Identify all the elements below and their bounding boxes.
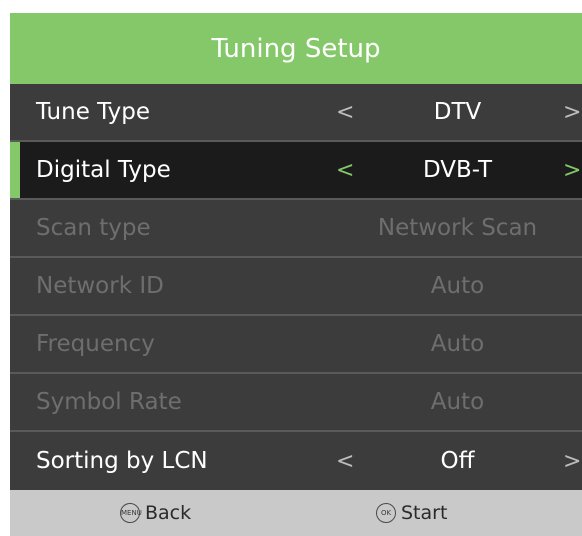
start-button[interactable]: OK Start: [376, 490, 447, 536]
page-title-text: Tuning Setup: [211, 33, 381, 64]
menu-row-label: Frequency: [36, 331, 155, 357]
menu-row-sorting-by-lcn[interactable]: Sorting by LCN < Off >: [10, 432, 582, 490]
chevron-right-icon[interactable]: >: [563, 100, 581, 125]
ok-key-icon: OK: [376, 503, 396, 523]
chevron-left-icon[interactable]: <: [336, 158, 354, 183]
menu-row-label: Symbol Rate: [36, 389, 182, 415]
menu-key-icon: MENU: [120, 503, 142, 523]
selection-indicator: [10, 142, 20, 198]
footer-hint-bar: MENU Back OK Start: [10, 490, 582, 536]
menu-row-value: Auto: [430, 331, 485, 357]
page-title: Tuning Setup: [10, 13, 582, 84]
menu-row-label: Digital Type: [36, 157, 171, 183]
back-label: Back: [145, 502, 192, 524]
chevron-left-icon[interactable]: <: [336, 449, 354, 474]
chevron-right-icon[interactable]: >: [563, 449, 581, 474]
menu-row-value: Auto: [430, 389, 485, 415]
menu-row-value: Off: [440, 448, 475, 474]
menu-row-tune-type[interactable]: Tune Type < DTV >: [10, 84, 582, 142]
chevron-left-icon[interactable]: <: [336, 100, 354, 125]
chevron-right-icon[interactable]: >: [563, 158, 581, 183]
menu-row-frequency: Frequency Auto: [10, 316, 582, 374]
menu-row-network-id: Network ID Auto: [10, 258, 582, 316]
menu-row-value: DTV: [433, 99, 482, 125]
menu-row-value: DVB-T: [422, 157, 493, 183]
menu-row-label: Network ID: [36, 273, 164, 299]
tuning-setup-panel: Tuning Setup Tune Type < DTV > Digital T…: [10, 13, 582, 536]
menu-row-value: Network Scan: [377, 215, 538, 241]
menu-row-symbol-rate: Symbol Rate Auto: [10, 374, 582, 432]
menu-row-value: Auto: [430, 273, 485, 299]
start-label: Start: [401, 502, 448, 524]
menu-row-label: Sorting by LCN: [36, 448, 208, 474]
menu-row-label: Scan type: [36, 215, 151, 241]
menu-row-scan-type: Scan type Network Scan: [10, 200, 582, 258]
menu-row-label: Tune Type: [36, 99, 151, 125]
menu-row-digital-type[interactable]: Digital Type < DVB-T >: [10, 142, 582, 200]
back-button[interactable]: MENU Back: [120, 490, 191, 536]
settings-menu: Tune Type < DTV > Digital Type < DVB-T >…: [10, 84, 582, 490]
